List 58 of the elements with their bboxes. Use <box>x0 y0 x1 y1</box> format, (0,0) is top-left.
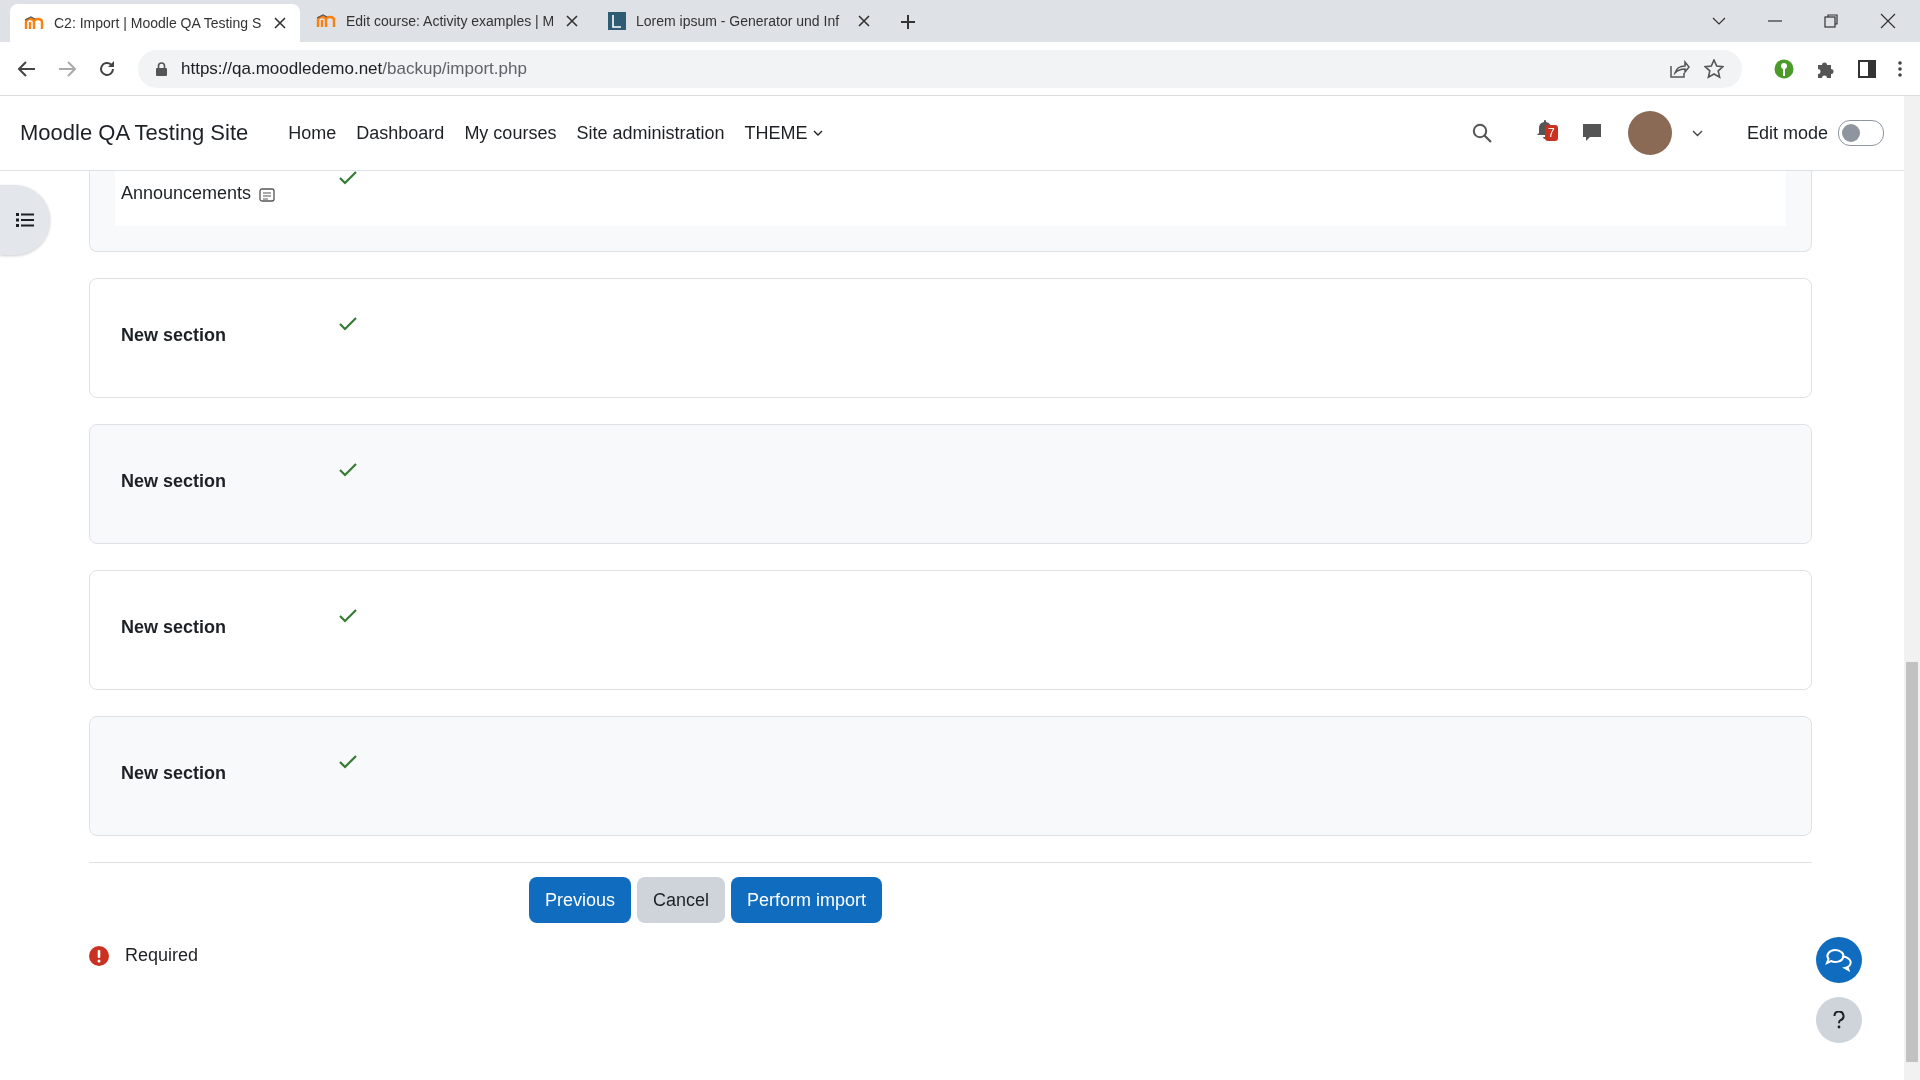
site-name[interactable]: Moodle QA Testing Site <box>20 120 249 146</box>
activity-label: Announcements <box>121 183 252 204</box>
restore-icon[interactable] <box>1824 14 1838 28</box>
speech-bubble-icon[interactable] <box>1581 123 1602 143</box>
side-panel-icon[interactable] <box>1858 59 1876 78</box>
chevron-down-icon[interactable] <box>1691 129 1703 137</box>
tab-title: Lorem ipsum - Generator und Inf <box>636 13 841 29</box>
course-index-button[interactable] <box>0 185 50 255</box>
edit-mode-toggle[interactable] <box>1838 120 1884 146</box>
close-icon[interactable] <box>566 15 578 27</box>
moodle-logo-icon <box>316 14 336 28</box>
chat-button[interactable] <box>1816 937 1862 983</box>
tab-title: Edit course: Activity examples | M <box>346 13 556 29</box>
list-icon <box>16 213 34 227</box>
key-extension-icon[interactable] <box>1774 58 1794 79</box>
tab-title: C2: Import | Moodle QA Testing S <box>54 15 263 31</box>
edit-mode-label: Edit mode <box>1746 122 1828 144</box>
search-icon[interactable] <box>1471 123 1492 143</box>
required-note: Required <box>125 945 199 966</box>
help-button[interactable] <box>1816 997 1862 1043</box>
form-button[interactable]: Cancel <box>637 877 726 923</box>
new-tab-plus-icon[interactable] <box>900 14 916 30</box>
browser-tab[interactable]: Edit course: Activity examples | M <box>302 4 592 38</box>
user-avatar[interactable] <box>1627 111 1672 155</box>
browser-tab[interactable]: C2: Import | Moodle QA Testing S <box>10 4 300 42</box>
letter-l-logo-icon <box>608 12 626 30</box>
url-text: https://qa.moodledemo.net/backup/import.php <box>181 58 527 79</box>
form-button[interactable]: Perform import <box>731 877 883 923</box>
theme-menu[interactable]: THEME <box>744 122 824 144</box>
section-label: New section <box>121 325 227 346</box>
question-mark-icon <box>1833 1011 1845 1029</box>
close-icon[interactable] <box>274 17 286 29</box>
star-icon[interactable] <box>1704 58 1724 79</box>
address-field[interactable]: https://qa.moodledemo.net/backup/import.php <box>138 49 1742 88</box>
exclamation-circle-icon <box>89 945 109 966</box>
moodle-logo-icon <box>24 16 44 30</box>
chevron-down-icon <box>813 130 824 136</box>
section-label: New section <box>121 763 227 784</box>
reload-icon[interactable] <box>98 59 116 78</box>
nav-link[interactable]: Site administration <box>576 122 725 144</box>
form-button[interactable]: Previous <box>529 877 632 923</box>
speech-bubbles-icon <box>1825 948 1853 972</box>
browser-tab[interactable]: Lorem ipsum - Generator und Inf <box>594 4 884 38</box>
scrollbar[interactable] <box>1904 96 1920 1080</box>
close-icon[interactable] <box>1880 13 1896 29</box>
close-icon[interactable] <box>858 15 870 27</box>
chevron-down-icon[interactable] <box>1712 17 1726 25</box>
more-vertical-icon[interactable] <box>1898 60 1902 77</box>
section-label: New section <box>121 471 227 492</box>
share-icon[interactable] <box>1670 59 1690 78</box>
section-label: New section <box>121 617 227 638</box>
nav-link[interactable]: My courses <box>464 122 557 144</box>
back-arrow-icon[interactable] <box>18 60 36 77</box>
nav-link[interactable]: Home <box>288 122 337 144</box>
lock-icon <box>156 61 167 76</box>
nav-link[interactable]: Dashboard <box>356 122 445 144</box>
notifications-button[interactable]: 7 <box>1535 119 1562 147</box>
forum-icon <box>259 188 276 204</box>
